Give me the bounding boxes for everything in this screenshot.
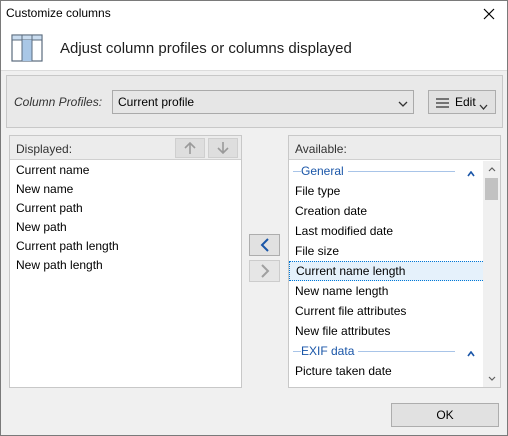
list-item[interactable]: New path length — [10, 256, 241, 275]
column-profiles-label: Column Profiles: — [14, 95, 103, 109]
menu-icon — [436, 97, 449, 111]
title-bar: Customize columns — [1, 1, 507, 27]
move-down-button[interactable] — [208, 138, 238, 158]
chevron-down-icon — [398, 97, 408, 111]
scrollbar-thumb[interactable] — [485, 178, 498, 200]
move-up-button[interactable] — [175, 138, 205, 158]
arrow-down-icon — [217, 142, 229, 155]
remove-column-button[interactable] — [249, 260, 280, 282]
edit-button[interactable]: Edit — [428, 90, 496, 114]
available-label: Available: — [295, 142, 347, 156]
available-panel: Available: General File type Creation da… — [288, 135, 501, 388]
list-item-selected[interactable]: Current name length — [289, 261, 485, 281]
list-item[interactable]: Current name — [10, 161, 241, 180]
chevron-down-icon — [479, 99, 488, 113]
window-title: Customize columns — [6, 6, 111, 20]
customize-columns-dialog: Customize columns Adjust column profiles… — [0, 0, 508, 436]
displayed-header: Displayed: — [10, 136, 241, 160]
scroll-down-icon[interactable] — [483, 370, 500, 387]
available-header: Available: — [289, 136, 500, 160]
edit-button-label: Edit — [455, 95, 476, 109]
list-item[interactable]: New name length — [289, 281, 483, 301]
column-profiles-bar: Column Profiles: Current profile Edit — [6, 75, 503, 128]
displayed-list: Current name New name Current path New p… — [10, 161, 241, 275]
group-name: General — [301, 164, 348, 178]
chevron-left-icon — [260, 238, 269, 252]
scroll-up-icon[interactable] — [483, 161, 500, 178]
list-item[interactable]: New name — [10, 180, 241, 199]
available-list: General File type Creation date Last mod… — [289, 161, 485, 381]
add-column-button[interactable] — [249, 234, 280, 256]
list-item[interactable]: File type — [289, 181, 483, 201]
header-text: Adjust column profiles or columns displa… — [60, 40, 352, 57]
chevron-up-icon[interactable] — [467, 346, 475, 360]
arrow-up-icon — [184, 141, 196, 154]
vertical-scrollbar[interactable] — [483, 161, 500, 387]
ok-button[interactable]: OK — [391, 403, 499, 427]
dialog-footer: OK — [1, 395, 507, 435]
list-item[interactable]: New path — [10, 218, 241, 237]
group-header-exif[interactable]: EXIF data — [289, 341, 483, 361]
column-profile-select[interactable]: Current profile — [112, 90, 414, 114]
displayed-label: Displayed: — [16, 142, 73, 156]
list-item[interactable]: Creation date — [289, 201, 483, 221]
close-icon[interactable] — [477, 3, 501, 25]
list-item[interactable]: Last modified date — [289, 221, 483, 241]
columns-icon — [11, 34, 43, 65]
chevron-up-icon[interactable] — [467, 166, 475, 180]
group-header-general[interactable]: General — [289, 161, 483, 181]
list-item[interactable]: Current path — [10, 199, 241, 218]
displayed-panel: Displayed: Current name New name Current… — [9, 135, 242, 388]
chevron-right-icon — [260, 264, 269, 278]
list-item[interactable]: Current path length — [10, 237, 241, 256]
list-item[interactable]: New file attributes — [289, 321, 483, 341]
dialog-header: Adjust column profiles or columns displa… — [1, 27, 507, 71]
list-item[interactable]: Current file attributes — [289, 301, 483, 321]
list-item[interactable]: Picture taken date — [289, 361, 483, 381]
group-name: EXIF data — [301, 344, 359, 358]
column-profile-value: Current profile — [118, 95, 195, 109]
list-item[interactable]: File size — [289, 241, 483, 261]
